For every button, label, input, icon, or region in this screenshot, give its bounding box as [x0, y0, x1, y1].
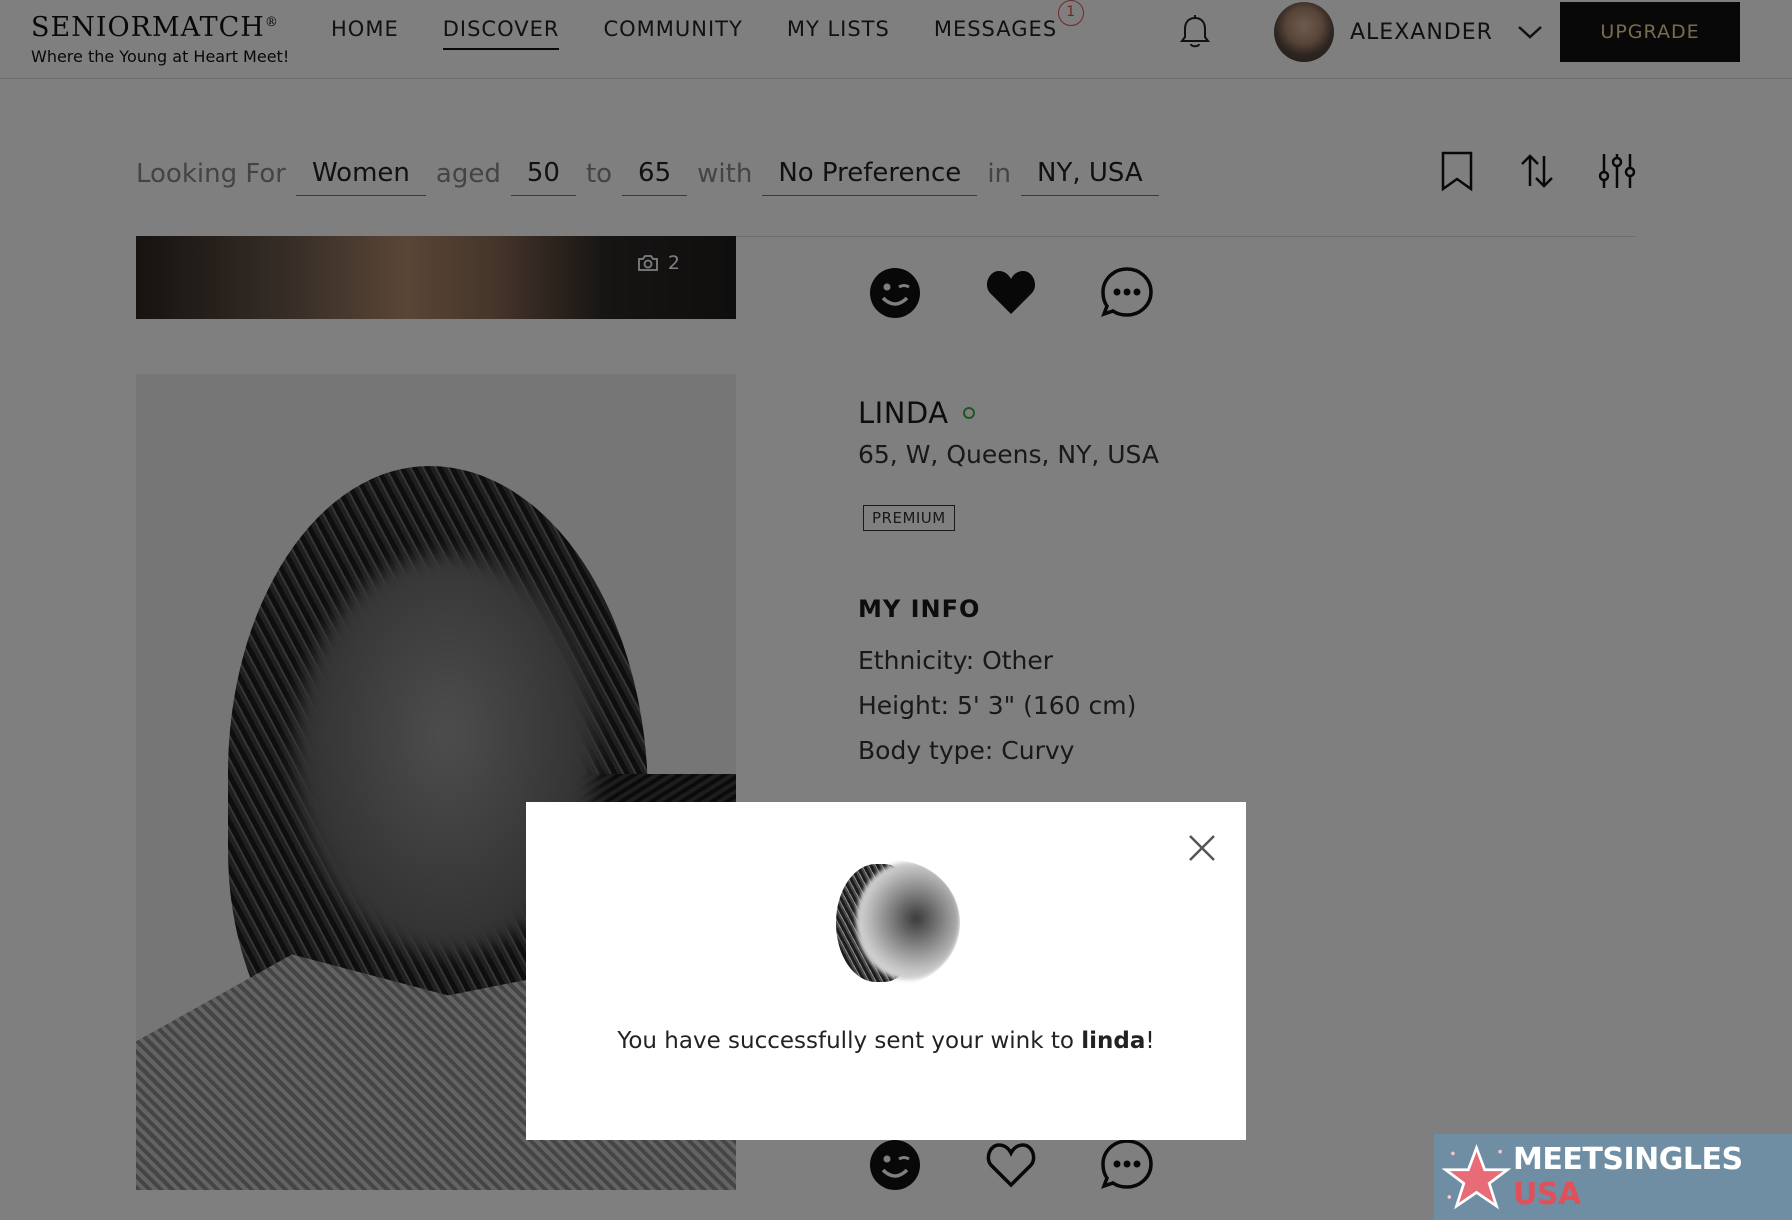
modal-recipient-name: linda: [1081, 1028, 1146, 1054]
watermark-accent: USA: [1513, 1177, 1581, 1212]
modal-avatar: [826, 860, 960, 986]
star-logo-icon: [1442, 1144, 1512, 1210]
watermark-text: MEETSINGLES USA: [1513, 1142, 1792, 1212]
meetsingles-watermark: MEETSINGLES USA: [1434, 1134, 1792, 1220]
close-icon[interactable]: [1184, 830, 1220, 866]
watermark-main: MEETSINGLES: [1513, 1142, 1743, 1177]
wink-sent-modal: You have successfully sent your wink to …: [526, 802, 1246, 1140]
modal-message: You have successfully sent your wink to …: [617, 1028, 1155, 1054]
modal-avatar-face: [856, 862, 960, 980]
